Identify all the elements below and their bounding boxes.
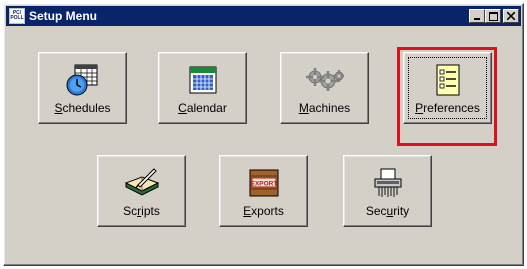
machines-label: Machines bbox=[298, 101, 351, 115]
gears-icon bbox=[305, 68, 344, 91]
clock-calendar-icon bbox=[66, 64, 97, 96]
schedules-label: Schedules bbox=[54, 101, 111, 115]
app-icon: PC/ POLL bbox=[9, 8, 25, 24]
maximize-icon bbox=[488, 11, 498, 21]
exports-label: Exports bbox=[243, 204, 284, 218]
machines-button[interactable]: Machines bbox=[280, 52, 369, 124]
close-button[interactable] bbox=[503, 9, 519, 23]
book-quill-icon bbox=[124, 168, 159, 196]
calendar-button[interactable]: Calendar bbox=[158, 52, 247, 124]
shredder-icon bbox=[374, 168, 401, 197]
scripts-button[interactable]: Scripts bbox=[97, 155, 186, 227]
export-crate-icon: EXPORT bbox=[249, 169, 278, 197]
export-stamp-text: EXPORT bbox=[250, 181, 277, 188]
minimize-button[interactable] bbox=[469, 9, 485, 23]
security-label: Security bbox=[365, 204, 410, 218]
maximize-button[interactable] bbox=[485, 9, 501, 23]
title-bar[interactable]: PC/ POLL Setup Menu bbox=[6, 6, 521, 26]
calendar-label: Calendar bbox=[178, 101, 227, 115]
schedules-button[interactable]: Schedules bbox=[38, 52, 127, 124]
scripts-label: Scripts bbox=[123, 204, 160, 218]
window-title: Setup Menu bbox=[29, 9, 97, 23]
security-button[interactable]: Security bbox=[343, 155, 432, 227]
close-icon bbox=[507, 12, 515, 20]
exports-button[interactable]: EXPORT Exports bbox=[219, 155, 308, 227]
minimize-icon bbox=[474, 18, 480, 20]
calendar-icon bbox=[189, 66, 216, 94]
selection-highlight bbox=[397, 47, 497, 146]
